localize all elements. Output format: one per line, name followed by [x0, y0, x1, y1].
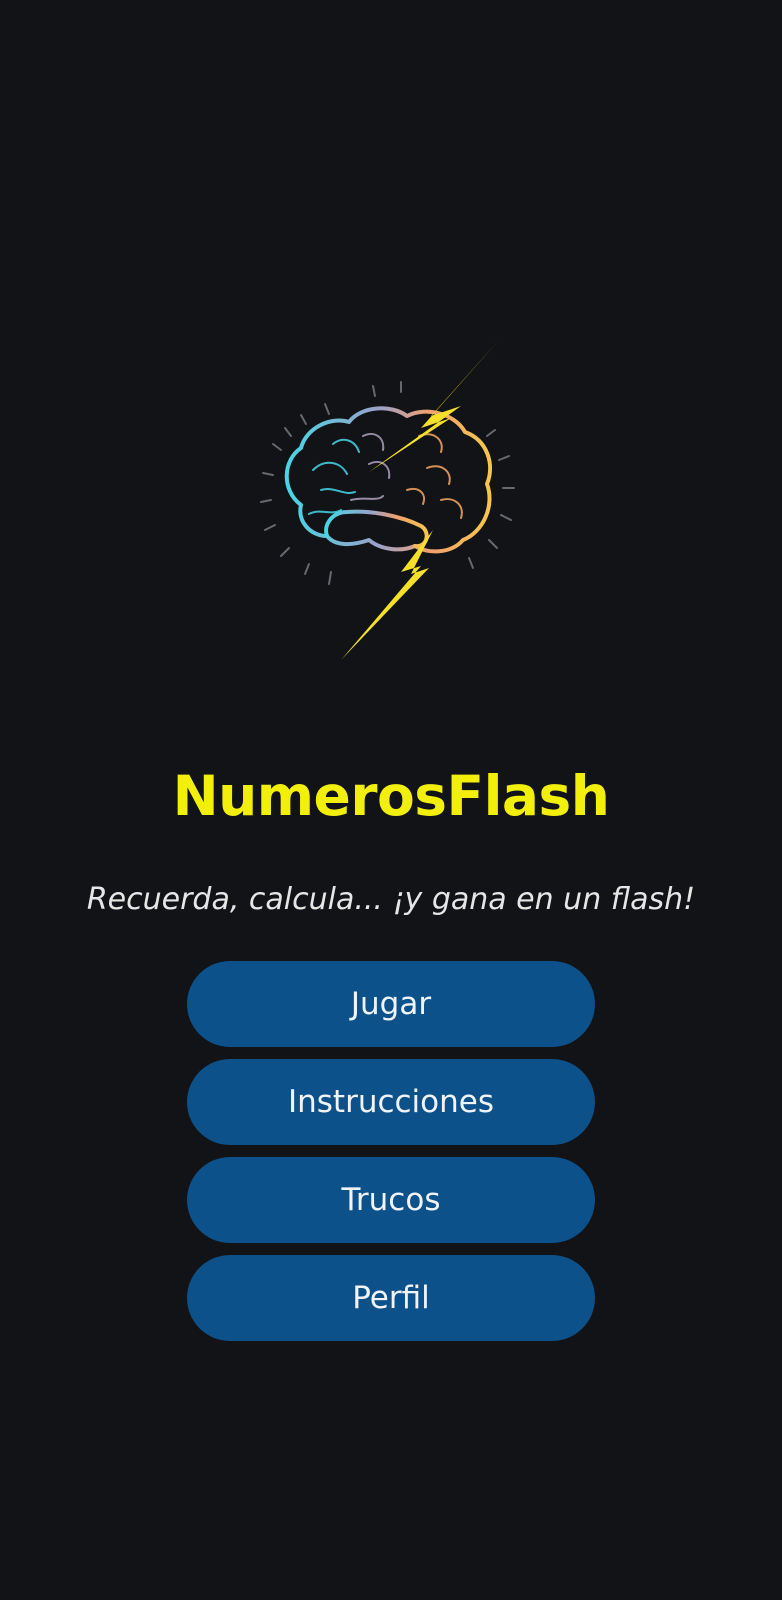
profile-button[interactable]: Perfil: [187, 1255, 595, 1341]
play-button[interactable]: Jugar: [187, 961, 595, 1047]
main-menu: Jugar Instrucciones Trucos Perfil: [187, 961, 595, 1353]
app-title: NumerosFlash: [172, 764, 610, 828]
tricks-button[interactable]: Trucos: [187, 1157, 595, 1243]
instructions-button[interactable]: Instrucciones: [187, 1059, 595, 1145]
brain-lightning-icon: [251, 340, 531, 670]
app-tagline: Recuerda, calcula... ¡y gana en un flash…: [86, 882, 696, 917]
